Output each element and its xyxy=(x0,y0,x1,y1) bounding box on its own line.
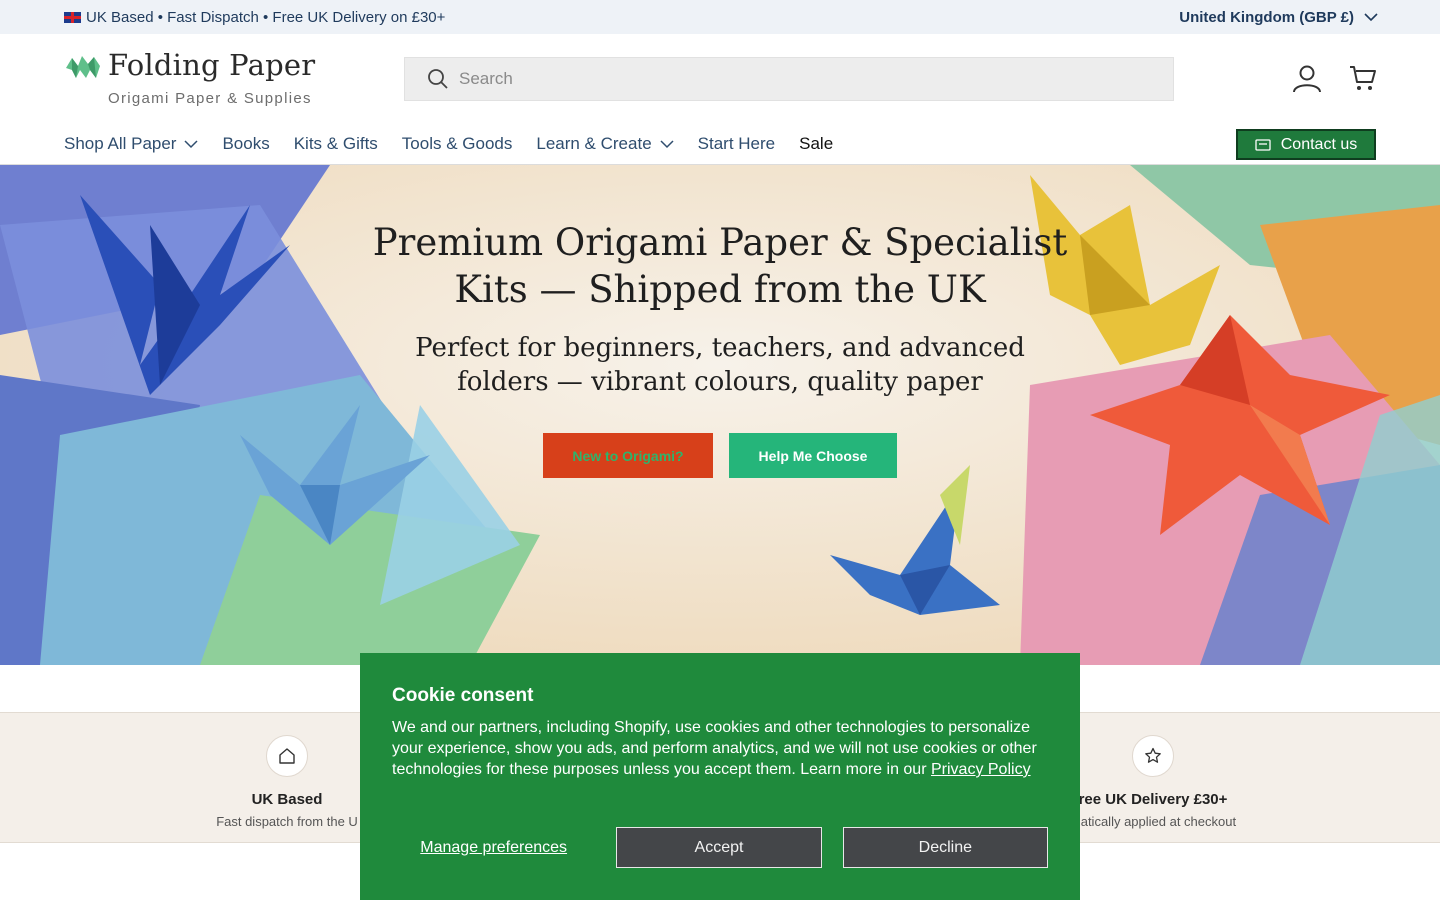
nav-item-learn-create[interactable]: Learn & Create xyxy=(536,134,674,154)
search-bar[interactable] xyxy=(404,57,1174,101)
new-to-origami-button[interactable]: New to Origami? xyxy=(543,433,713,478)
nav-label: Tools & Goods xyxy=(401,134,513,153)
nav-label: Learn & Create xyxy=(536,134,652,153)
cookie-title: Cookie consent xyxy=(392,685,534,706)
user-icon xyxy=(1293,65,1321,93)
manage-preferences-link[interactable]: Manage preferences xyxy=(392,839,595,857)
announcement-text-wrap: UK Based • Fast Dispatch • Free UK Deliv… xyxy=(64,9,445,26)
uk-flag-icon xyxy=(64,11,81,23)
cookie-consent-banner: Cookie consent We and our partners, incl… xyxy=(360,653,1080,900)
hero-banner: Premium Origami Paper & Specialist Kits … xyxy=(0,165,1440,665)
logo[interactable]: Folding Paper Origami Paper & Supplies xyxy=(64,48,324,110)
cart-button[interactable] xyxy=(1348,62,1378,94)
mail-icon xyxy=(1255,138,1271,151)
main-nav: Shop All Paper Books Kits & Gifts Tools … xyxy=(0,124,1440,165)
nav-item-books[interactable]: Books xyxy=(222,134,269,154)
country-label: United Kingdom (GBP £) xyxy=(1179,8,1354,26)
announcement-bar: UK Based • Fast Dispatch • Free UK Deliv… xyxy=(0,0,1440,34)
decline-button[interactable]: Decline xyxy=(842,827,1048,868)
hero-subtitle: Perfect for beginners, teachers, and adv… xyxy=(415,333,1025,397)
hero-buttons: New to Origami? Help Me Choose xyxy=(543,433,897,478)
nav-item-shop-all-paper[interactable]: Shop All Paper xyxy=(64,134,198,154)
hero-text: Premium Origami Paper & Specialist Kits … xyxy=(370,219,1070,399)
logo-name: Folding Paper xyxy=(108,48,316,82)
hero-title: Premium Origami Paper & Specialist Kits … xyxy=(372,221,1068,311)
logo-tagline: Origami Paper & Supplies xyxy=(108,90,312,107)
nav-items: Shop All Paper Books Kits & Gifts Tools … xyxy=(64,134,833,154)
contact-button[interactable]: Contact us xyxy=(1236,129,1376,160)
chevron-down-icon xyxy=(660,139,674,148)
cookie-actions: Manage preferences Accept Decline xyxy=(392,827,1048,868)
chevron-down-icon xyxy=(1364,12,1378,21)
nav-item-tools-goods[interactable]: Tools & Goods xyxy=(402,134,513,154)
feature-icon-circle xyxy=(266,735,308,777)
nav-label: Sale xyxy=(799,134,834,153)
search-icon xyxy=(428,69,448,89)
contact-label: Contact us xyxy=(1280,135,1358,153)
home-icon xyxy=(279,748,295,764)
accept-button[interactable]: Accept xyxy=(616,827,822,868)
header-icons xyxy=(1292,62,1378,94)
feature-icon-circle xyxy=(1132,735,1174,777)
nav-label: Shop All Paper xyxy=(64,134,177,153)
search-input[interactable] xyxy=(459,69,1139,89)
announcement-text: UK Based • Fast Dispatch • Free UK Deliv… xyxy=(86,8,446,26)
chevron-down-icon xyxy=(184,139,198,148)
nav-item-start-here[interactable]: Start Here xyxy=(698,134,775,154)
nav-item-sale[interactable]: Sale xyxy=(799,134,833,154)
privacy-policy-link[interactable]: Privacy Policy xyxy=(931,761,1031,778)
nav-label: Kits & Gifts xyxy=(293,134,378,153)
nav-item-kits-gifts[interactable]: Kits & Gifts xyxy=(294,134,378,154)
country-selector[interactable]: United Kingdom (GBP £) xyxy=(1179,9,1378,26)
nav-label: Books xyxy=(222,134,270,153)
help-me-choose-button[interactable]: Help Me Choose xyxy=(729,433,897,478)
cookie-body: We and our partners, including Shopify, … xyxy=(392,717,1052,780)
nav-label: Start Here xyxy=(697,134,776,153)
site-header: Folding Paper Origami Paper & Supplies xyxy=(0,34,1440,124)
star-icon xyxy=(1145,747,1161,763)
elephant-logo-icon xyxy=(66,56,100,78)
account-button[interactable] xyxy=(1292,62,1322,94)
cart-icon xyxy=(1350,66,1376,90)
